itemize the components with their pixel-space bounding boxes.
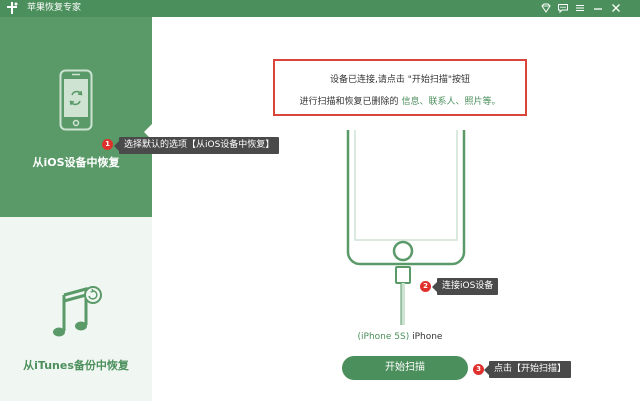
start-scan-button[interactable]: 开始扫描 [342,356,468,380]
tip-text: 点击【开始扫描】 [494,364,567,374]
notice-line-2-text: 进行扫描和恢复已删除的 [299,97,399,107]
device-model: (iPhone 5S) [357,332,410,342]
step-badge-2: 2 [420,281,431,292]
tip-connect-device: 连接iOS设备 [432,278,499,295]
music-note-icon [53,286,102,337]
iphone-illustration [346,130,466,325]
app-title: 苹果恢复专家 [27,3,82,13]
step-badge-3: 3 [473,364,484,375]
notice-line-2: 进行扫描和恢复已删除的 信息、联系人、照片等。 [275,94,525,107]
minimize-icon[interactable] [592,2,604,14]
chat-icon[interactable] [557,2,569,14]
tip-select-option: 选择默认的选项【从iOS设备中恢复】 [114,137,280,154]
close-icon[interactable] [610,2,622,14]
menu-icon[interactable] [574,2,586,14]
tip-text: 选择默认的选项【从iOS设备中恢复】 [124,140,275,150]
diamond-icon[interactable] [540,2,552,14]
notice-line-1: 设备已连接,请点击 "开始扫描"按钮 [329,75,470,85]
phone-sync-icon [59,69,93,131]
device-kind: iPhone [412,332,443,342]
sidebar-item-ios-device[interactable]: 从iOS设备中恢复 [0,17,152,217]
tip-arrow [484,365,489,375]
sidebar: 从iOS设备中恢复 从iTunes备份中恢复 [0,17,152,401]
connection-notice: 设备已连接,请点击 "开始扫描"按钮 进行扫描和恢复已删除的 信息、联系人、照片… [273,59,527,116]
sidebar-item-label: 从iOS设备中恢复 [32,156,120,169]
tip-arrow [114,141,119,151]
tip-click-scan: 点击【开始扫描】 [484,361,572,378]
app-logo-icon [7,2,18,14]
tip-text: 连接iOS设备 [442,281,494,291]
title-bar: 苹果恢复专家 [0,0,640,17]
step-badge-1: 1 [102,139,113,150]
device-name: (iPhone 5S) iPhone [300,332,500,342]
tip-arrow [432,282,437,292]
sidebar-item-itunes-backup[interactable]: 从iTunes备份中恢复 [0,217,152,401]
sidebar-item-label: 从iTunes备份中恢复 [23,359,129,372]
notice-highlight: 信息、联系人、照片等。 [401,97,501,107]
